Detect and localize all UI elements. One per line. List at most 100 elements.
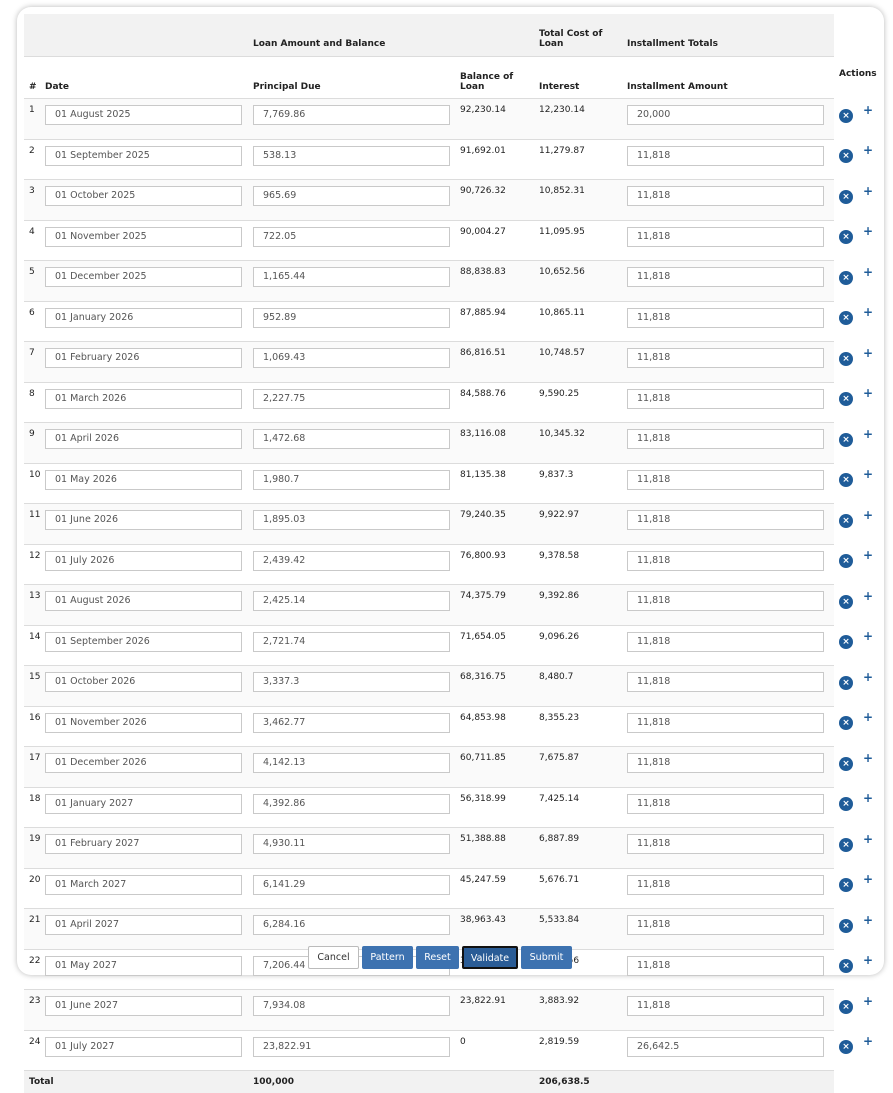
delete-row-icon[interactable]: × [839,109,853,123]
principal-input[interactable]: 2,721.74 [253,632,450,652]
add-row-icon[interactable]: + [863,1035,873,1047]
installment-input[interactable]: 11,818 [627,915,824,935]
delete-row-icon[interactable]: × [839,1000,853,1014]
installment-input[interactable]: 11,818 [627,713,824,733]
principal-input[interactable]: 1,895.03 [253,510,450,530]
delete-row-icon[interactable]: × [839,676,853,690]
add-row-icon[interactable]: + [863,185,873,197]
add-row-icon[interactable]: + [863,306,873,318]
date-input[interactable]: 01 March 2027 [45,875,242,895]
delete-row-icon[interactable]: × [839,878,853,892]
installment-input[interactable]: 11,818 [627,510,824,530]
add-row-icon[interactable]: + [863,104,873,116]
date-input[interactable]: 01 February 2027 [45,834,242,854]
principal-input[interactable]: 4,930.11 [253,834,450,854]
installment-input[interactable]: 11,818 [627,389,824,409]
date-input[interactable]: 01 September 2026 [45,632,242,652]
delete-row-icon[interactable]: × [839,311,853,325]
date-input[interactable]: 01 May 2026 [45,470,242,490]
principal-input[interactable]: 965.69 [253,186,450,206]
add-row-icon[interactable]: + [863,671,873,683]
installment-input[interactable]: 11,818 [627,186,824,206]
date-input[interactable]: 01 August 2025 [45,105,242,125]
reset-button[interactable]: Reset [416,946,459,969]
date-input[interactable]: 01 January 2026 [45,308,242,328]
date-input[interactable]: 01 April 2027 [45,915,242,935]
principal-input[interactable]: 1,069.43 [253,348,450,368]
installment-input[interactable]: 11,818 [627,996,824,1016]
add-row-icon[interactable]: + [863,549,873,561]
date-input[interactable]: 01 April 2026 [45,429,242,449]
installment-input[interactable]: 11,818 [627,632,824,652]
date-input[interactable]: 01 June 2026 [45,510,242,530]
delete-row-icon[interactable]: × [839,473,853,487]
installment-input[interactable]: 11,818 [627,672,824,692]
delete-row-icon[interactable]: × [839,1040,853,1054]
add-row-icon[interactable]: + [863,509,873,521]
installment-input[interactable]: 20,000 [627,105,824,125]
add-row-icon[interactable]: + [863,144,873,156]
principal-input[interactable]: 1,980.7 [253,470,450,490]
delete-row-icon[interactable]: × [839,797,853,811]
delete-row-icon[interactable]: × [839,392,853,406]
principal-input[interactable]: 2,425.14 [253,591,450,611]
principal-input[interactable]: 3,462.77 [253,713,450,733]
add-row-icon[interactable]: + [863,792,873,804]
installment-input[interactable]: 11,818 [627,875,824,895]
date-input[interactable]: 01 October 2025 [45,186,242,206]
installment-input[interactable]: 11,818 [627,348,824,368]
installment-input[interactable]: 11,818 [627,267,824,287]
installment-input[interactable]: 11,818 [627,753,824,773]
add-row-icon[interactable]: + [863,873,873,885]
delete-row-icon[interactable]: × [839,757,853,771]
installment-input[interactable]: 11,818 [627,794,824,814]
installment-input[interactable]: 11,818 [627,146,824,166]
principal-input[interactable]: 1,165.44 [253,267,450,287]
installment-input[interactable]: 11,818 [627,551,824,571]
add-row-icon[interactable]: + [863,995,873,1007]
delete-row-icon[interactable]: × [839,190,853,204]
add-row-icon[interactable]: + [863,590,873,602]
date-input[interactable]: 01 August 2026 [45,591,242,611]
delete-row-icon[interactable]: × [839,514,853,528]
principal-input[interactable]: 1,472.68 [253,429,450,449]
principal-input[interactable]: 7,769.86 [253,105,450,125]
add-row-icon[interactable]: + [863,347,873,359]
principal-input[interactable]: 3,337.3 [253,672,450,692]
add-row-icon[interactable]: + [863,468,873,480]
validate-button[interactable]: Validate [462,946,518,969]
delete-row-icon[interactable]: × [839,635,853,649]
principal-input[interactable]: 23,822.91 [253,1037,450,1057]
delete-row-icon[interactable]: × [839,838,853,852]
date-input[interactable]: 01 November 2026 [45,713,242,733]
delete-row-icon[interactable]: × [839,271,853,285]
principal-input[interactable]: 2,227.75 [253,389,450,409]
delete-row-icon[interactable]: × [839,149,853,163]
principal-input[interactable]: 722.05 [253,227,450,247]
delete-row-icon[interactable]: × [839,433,853,447]
add-row-icon[interactable]: + [863,752,873,764]
delete-row-icon[interactable]: × [839,352,853,366]
date-input[interactable]: 01 December 2026 [45,753,242,773]
principal-input[interactable]: 4,142.13 [253,753,450,773]
add-row-icon[interactable]: + [863,833,873,845]
principal-input[interactable]: 6,141.29 [253,875,450,895]
principal-input[interactable]: 7,934.08 [253,996,450,1016]
date-input[interactable]: 01 January 2027 [45,794,242,814]
principal-input[interactable]: 538.13 [253,146,450,166]
delete-row-icon[interactable]: × [839,595,853,609]
date-input[interactable]: 01 November 2025 [45,227,242,247]
installment-input[interactable]: 11,818 [627,470,824,490]
add-row-icon[interactable]: + [863,428,873,440]
add-row-icon[interactable]: + [863,266,873,278]
add-row-icon[interactable]: + [863,914,873,926]
installment-input[interactable]: 11,818 [627,308,824,328]
principal-input[interactable]: 4,392.86 [253,794,450,814]
add-row-icon[interactable]: + [863,630,873,642]
pattern-button[interactable]: Pattern [362,946,413,969]
date-input[interactable]: 01 December 2025 [45,267,242,287]
date-input[interactable]: 01 July 2026 [45,551,242,571]
date-input[interactable]: 01 October 2026 [45,672,242,692]
installment-input[interactable]: 11,818 [627,591,824,611]
delete-row-icon[interactable]: × [839,554,853,568]
